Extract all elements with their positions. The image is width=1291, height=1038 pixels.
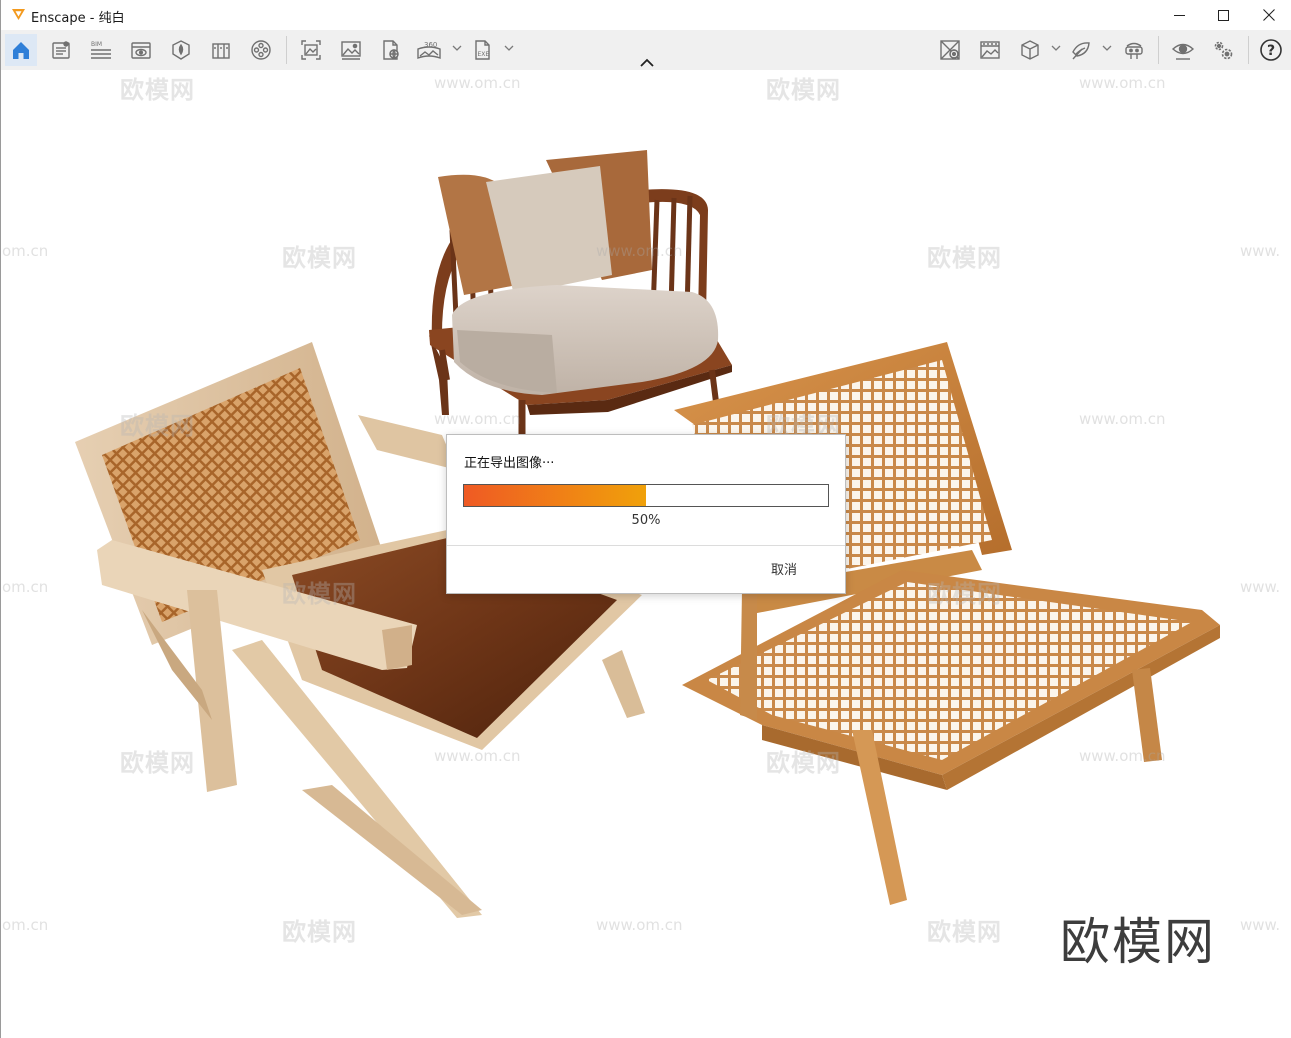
project-info-button[interactable] (45, 34, 77, 66)
brand-watermark: 欧模网 (1060, 913, 1216, 971)
app-name: Enscape (31, 11, 86, 26)
asset-library-button[interactable] (165, 34, 197, 66)
watermark: 欧模网 (282, 580, 357, 608)
window-title: Enscape - 纯白 (31, 7, 125, 26)
watermark-url: om.cn (2, 578, 49, 596)
batch-render-button[interactable] (295, 34, 327, 66)
material-editor-icon (940, 40, 960, 60)
atmosphere-button[interactable] (974, 34, 1006, 66)
toolbar-separator (1248, 36, 1249, 64)
material-library-button[interactable] (205, 34, 237, 66)
watermark: 欧模网 (927, 580, 1002, 608)
watermark: 欧模网 (120, 749, 195, 777)
progress-bar (463, 484, 829, 507)
watermark-url: www.om.cn (434, 747, 521, 765)
cube-views-button[interactable] (1014, 34, 1046, 66)
watermark-url: www. (1240, 916, 1281, 934)
help-icon: ? (1260, 39, 1282, 61)
batch-render-icon (301, 40, 321, 60)
vr-headset-icon (1125, 42, 1143, 59)
bim-label: BIM (91, 41, 102, 48)
close-button[interactable] (1246, 0, 1291, 30)
minimize-icon (1173, 14, 1185, 16)
armchair-walnut (429, 150, 732, 435)
watermark-url: www. (1240, 578, 1281, 596)
watermark-url: om.cn (2, 916, 49, 934)
chevron-down-icon[interactable] (504, 43, 514, 53)
video-editor-button[interactable] (245, 34, 277, 66)
watermark-url: www.om.cn (1079, 74, 1166, 92)
asset-library-icon (172, 40, 190, 60)
video-reel-icon (251, 40, 271, 60)
title-bar[interactable]: Enscape - 纯白 (1, 0, 1291, 30)
watermark-url: www.om.cn (434, 410, 521, 428)
view-management-button[interactable] (125, 34, 157, 66)
bim-icon: BIM (91, 41, 111, 59)
app-window: Enscape - 纯白 BIM 360 EXE ? 欧模网 www.om.cn… (0, 0, 1291, 1038)
chevron-down-icon[interactable] (452, 43, 462, 53)
home-icon (13, 42, 29, 59)
screenshot-icon (341, 41, 361, 60)
maximize-button[interactable] (1200, 0, 1246, 30)
enscape-logo-icon (12, 9, 25, 20)
sketch-mode-button[interactable] (1065, 34, 1097, 66)
export-exe-button[interactable]: EXE (467, 34, 499, 66)
home-button[interactable] (5, 34, 37, 66)
export-exe-icon: EXE (475, 40, 490, 60)
visual-settings-icon (1171, 43, 1195, 60)
watermark: 欧模网 (766, 749, 841, 777)
watermark-url: www. (1240, 242, 1281, 260)
watermark: 欧模网 (282, 918, 357, 946)
watermark: 欧模网 (282, 244, 357, 272)
watermark: 欧模网 (766, 76, 841, 104)
help-button[interactable]: ? (1255, 34, 1287, 66)
project-info-icon (52, 41, 70, 59)
watermark-url: www.om.cn (434, 74, 521, 92)
panorama-360-icon: 360 (417, 41, 441, 59)
web-standalone-button[interactable] (375, 34, 407, 66)
web-standalone-icon (383, 40, 399, 60)
export-progress-dialog: 正在导出图像··· 50% 取消 (446, 434, 846, 594)
chevron-down-icon[interactable] (1102, 43, 1112, 53)
visual-settings-button[interactable] (1167, 34, 1199, 66)
watermark-url: om.cn (2, 242, 49, 260)
watermark-url: www.om.cn (1079, 410, 1166, 428)
material-library-icon (212, 43, 230, 59)
title-separator: - (85, 11, 99, 26)
watermark: 欧模网 (120, 412, 195, 440)
settings-icon (1214, 41, 1233, 60)
svg-text:?: ? (1267, 43, 1275, 59)
sketch-mode-icon (1072, 42, 1090, 60)
material-editor-button[interactable] (934, 34, 966, 66)
bim-button[interactable]: BIM (85, 34, 117, 66)
exe-label: EXE (478, 51, 490, 58)
watermark-url: www.om.cn (596, 242, 683, 260)
progress-percentage: 50% (631, 513, 661, 528)
minimize-button[interactable] (1156, 0, 1202, 30)
close-icon (1263, 9, 1275, 21)
watermark-url: www.om.cn (596, 916, 683, 934)
settings-button[interactable] (1207, 34, 1239, 66)
cube-views-icon (1021, 40, 1039, 60)
chevron-down-icon[interactable] (1051, 43, 1061, 53)
screenshot-button[interactable] (335, 34, 367, 66)
toolbar-separator (286, 36, 287, 64)
view-management-icon (131, 42, 151, 59)
atmosphere-icon (980, 41, 1000, 59)
document-name: 纯白 (98, 11, 125, 26)
dialog-divider (447, 545, 845, 546)
vr-headset-button[interactable] (1118, 34, 1150, 66)
panorama-button[interactable]: 360 (413, 34, 445, 66)
progress-bar-fill (464, 485, 646, 506)
watermark: 欧模网 (120, 76, 195, 104)
cancel-button[interactable]: 取消 (771, 559, 797, 578)
watermark: 欧模网 (927, 918, 1002, 946)
toolbar-separator (1158, 36, 1159, 64)
collapse-toolbar-chevron-icon[interactable] (638, 57, 656, 69)
watermark: 欧模网 (927, 244, 1002, 272)
dialog-title: 正在导出图像··· (464, 456, 555, 471)
maximize-icon (1217, 9, 1229, 21)
watermark-url: www.om.cn (1079, 747, 1166, 765)
